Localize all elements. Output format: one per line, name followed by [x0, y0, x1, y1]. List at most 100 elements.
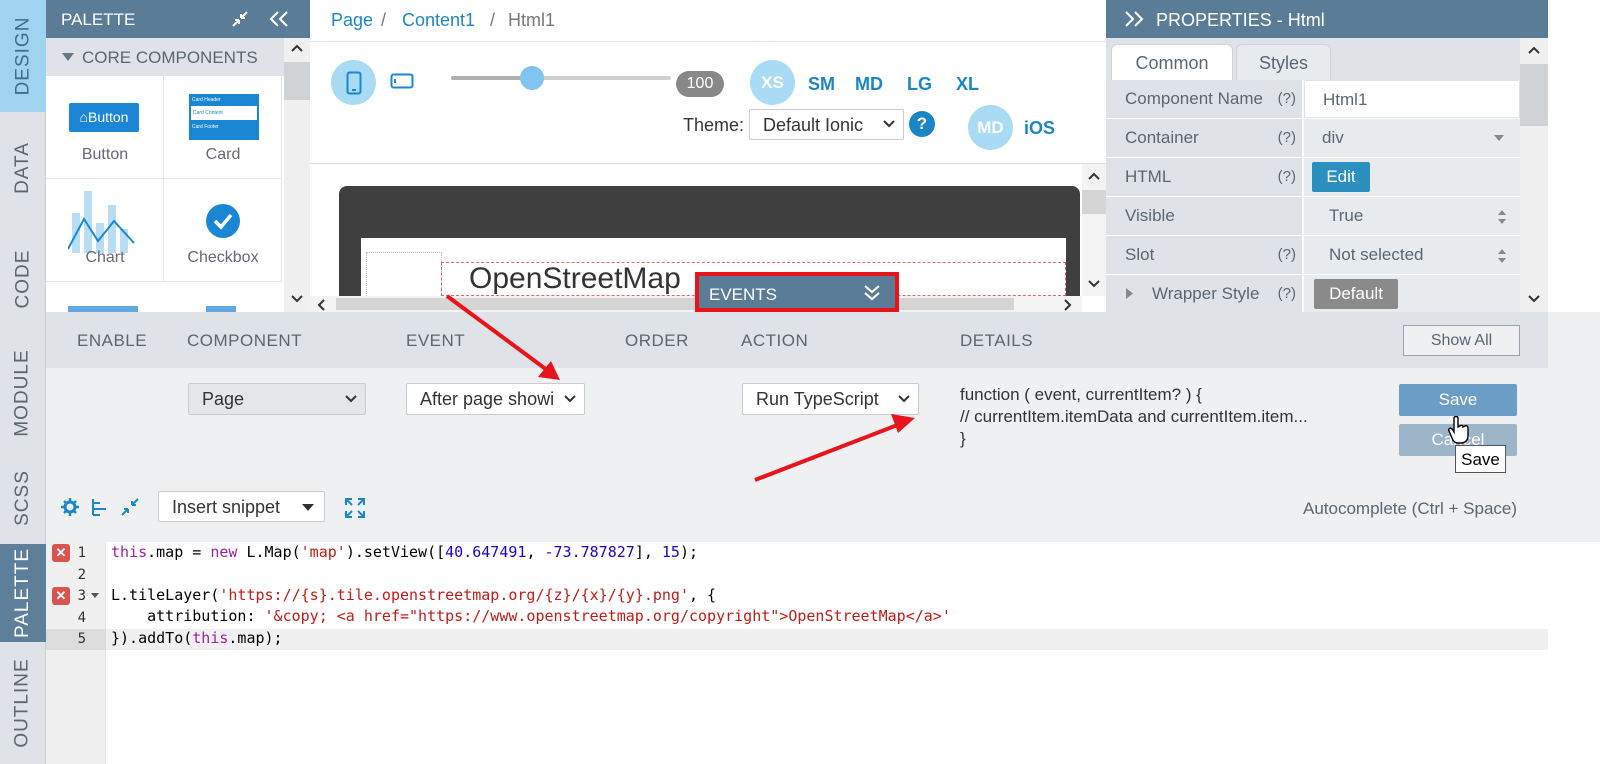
help-link[interactable]: (?)	[1278, 168, 1296, 185]
scroll-up-icon[interactable]	[1528, 46, 1540, 54]
help-link[interactable]: (?)	[1278, 129, 1296, 146]
breadcrumb-content1[interactable]: Content1	[402, 10, 475, 31]
autocomplete-hint: Autocomplete (Ctrl + Space)	[1303, 499, 1518, 518]
code-editor[interactable]: ✕ 1 2 ✕ 3 4 5 this.map = new L.Map('map'…	[46, 542, 1548, 764]
canvas-hscroll-thumb[interactable]	[336, 298, 1014, 310]
compress-icon[interactable]	[121, 498, 139, 516]
wrapper-style-button[interactable]: Default	[1314, 279, 1398, 309]
help-link[interactable]: (?)	[1278, 285, 1296, 302]
event-details[interactable]: function ( event, currentItem? ) { // cu…	[960, 384, 1308, 450]
tab-palette-label: PALETTE	[12, 547, 33, 639]
prop-row-container: Container (?) div	[1106, 119, 1520, 157]
palette-item-label: Button	[81, 146, 129, 163]
prop-label: Slot (?)	[1106, 236, 1302, 274]
scroll-down-icon[interactable]	[291, 295, 303, 303]
insert-snippet-select[interactable]: Insert snippet	[158, 491, 325, 522]
tab-code[interactable]: CODE	[0, 224, 46, 334]
size-xs-button[interactable]: XS	[750, 60, 795, 105]
theme-select[interactable]: Default Ionic	[749, 109, 904, 140]
size-lg-button[interactable]: LG	[907, 74, 932, 95]
collapse-arrows-icon[interactable]	[231, 10, 249, 28]
zoom-value-badge: 100	[676, 71, 724, 97]
tab-code-label: CODE	[12, 249, 33, 309]
app-root: DESIGN DATA CODE MODULE SCSS PALETTE OUT…	[0, 0, 1600, 764]
mode-md-button[interactable]: MD	[968, 105, 1013, 150]
size-md-button[interactable]: MD	[855, 74, 883, 95]
scroll-up-icon[interactable]	[1088, 172, 1100, 180]
tab-styles[interactable]: Styles	[1236, 44, 1331, 80]
palette-item-label: Checkbox	[187, 249, 259, 266]
scroll-down-icon[interactable]	[1528, 295, 1540, 303]
indent-icon[interactable]	[90, 498, 110, 516]
prop-label: HTML (?)	[1106, 158, 1302, 196]
phone-landscape-icon[interactable]	[390, 73, 414, 89]
show-all-button[interactable]: Show All	[1403, 325, 1520, 356]
tab-common[interactable]: Common	[1111, 44, 1233, 80]
gear-icon[interactable]	[61, 498, 79, 516]
chevron-down-icon	[564, 395, 576, 403]
tab-scss[interactable]: SCSS	[0, 452, 46, 544]
palette-scrollbar[interactable]	[284, 38, 310, 312]
help-link[interactable]: (?)	[1278, 246, 1296, 263]
scroll-left-icon[interactable]	[317, 299, 325, 311]
prop-label: Container (?)	[1106, 119, 1302, 157]
prop-label-text: Visible	[1125, 206, 1175, 225]
size-sm-button[interactable]: SM	[808, 74, 835, 95]
component-select[interactable]: Page	[188, 383, 366, 415]
double-chevron-left-icon[interactable]	[268, 10, 290, 28]
zoom-slider[interactable]	[451, 66, 671, 90]
properties-scroll-thumb[interactable]	[1520, 64, 1548, 126]
prop-label[interactable]: Wrapper Style (?)	[1106, 275, 1302, 313]
palette-item-chart[interactable]: Chart	[46, 179, 164, 282]
scroll-right-icon[interactable]	[1064, 299, 1072, 311]
tab-module[interactable]: MODULE	[0, 334, 46, 452]
code-line-1: this.map = new L.Map('map').setView([40.…	[111, 543, 699, 561]
palette-item-button[interactable]: ⌂Button Button	[46, 76, 164, 179]
theme-label: Theme:	[683, 115, 745, 135]
save-button[interactable]: Save	[1399, 384, 1517, 416]
properties-scrollbar[interactable]	[1520, 38, 1548, 312]
properties-title: PROPERTIES - Html	[1156, 10, 1325, 30]
double-chevron-right-icon[interactable]	[1124, 11, 1146, 27]
fold-caret-icon[interactable]	[91, 593, 99, 599]
help-icon[interactable]: ?	[909, 111, 935, 137]
tab-data[interactable]: DATA	[0, 112, 46, 224]
mode-ios-button[interactable]: iOS	[1024, 118, 1055, 139]
core-components-header[interactable]: CORE COMPONENTS	[46, 38, 284, 76]
chevron-down-icon	[345, 395, 357, 403]
canvas-scroll-thumb[interactable]	[1082, 190, 1106, 214]
canvas-vscrollbar[interactable]	[1082, 164, 1106, 296]
properties-header: PROPERTIES - Html	[1106, 0, 1548, 38]
palette-scroll-thumb[interactable]	[284, 62, 310, 100]
visible-select[interactable]: True	[1304, 197, 1520, 235]
scroll-down-icon[interactable]	[1088, 280, 1100, 288]
scroll-up-icon[interactable]	[291, 44, 303, 52]
tab-outline[interactable]: OUTLINE	[0, 642, 46, 764]
size-xl-button[interactable]: XL	[956, 74, 979, 95]
action-select[interactable]: Run TypeScript	[742, 383, 919, 415]
event-row: Page After page showi Run TypeScript fun…	[46, 368, 1548, 474]
card-preview-footer: Card Footer	[192, 124, 219, 130]
action-select-value: Run TypeScript	[756, 389, 879, 409]
phone-portrait-button[interactable]	[331, 60, 376, 105]
event-select[interactable]: After page showi	[406, 383, 585, 415]
slot-select[interactable]: Not selected	[1304, 236, 1520, 274]
zoom-slider-thumb[interactable]	[520, 66, 545, 90]
page-scrollbar[interactable]	[1548, 0, 1600, 764]
component-name-input[interactable]: Html1	[1304, 80, 1520, 118]
tab-palette[interactable]: PALETTE	[0, 544, 46, 642]
expand-icon[interactable]	[345, 498, 365, 518]
prop-row-html: HTML (?) Edit	[1106, 158, 1520, 196]
caret-down-icon	[62, 53, 74, 61]
prop-label-text: Container	[1125, 128, 1199, 147]
breadcrumb-page[interactable]: Page	[331, 10, 373, 31]
map-title-text: OpenStreetMap	[469, 262, 681, 295]
events-panel-tab[interactable]: EVENTS	[695, 272, 899, 312]
container-select[interactable]: div	[1304, 119, 1520, 157]
prop-row-visible: Visible True	[1106, 197, 1520, 235]
palette-item-checkbox[interactable]: Checkbox	[164, 179, 282, 282]
help-link[interactable]: (?)	[1278, 90, 1296, 107]
tab-design[interactable]: DESIGN	[0, 0, 46, 112]
html-edit-button[interactable]: Edit	[1312, 162, 1370, 192]
palette-item-card[interactable]: Card Header Card Content Card Footer Car…	[164, 76, 282, 179]
